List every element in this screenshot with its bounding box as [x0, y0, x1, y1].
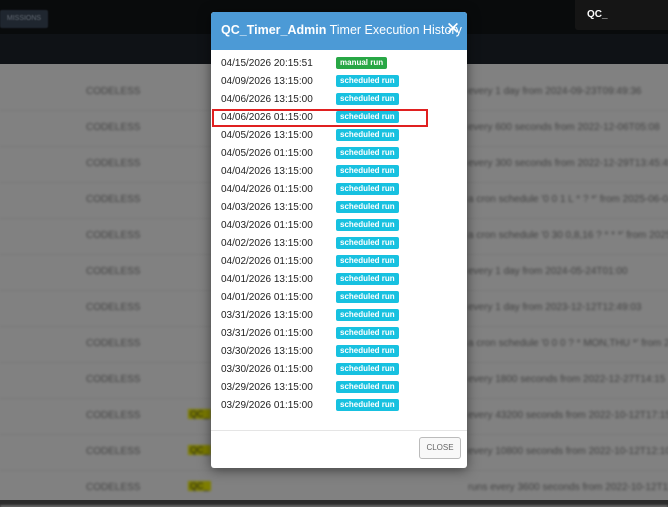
history-entry: 04/01/2026 13:15:00 scheduled run	[211, 271, 467, 289]
scheduled-run-badge: scheduled run	[336, 345, 399, 357]
user-menu[interactable]: QC_	[575, 0, 668, 30]
entry-date: 04/01/2026 13:15:00	[221, 274, 313, 285]
scheduled-run-badge: scheduled run	[336, 75, 399, 87]
scheduled-run-badge: scheduled run	[336, 165, 399, 177]
history-entry: 04/04/2026 13:15:00 scheduled run	[211, 163, 467, 181]
scheduled-run-badge: scheduled run	[336, 237, 399, 249]
history-entry: 04/01/2026 01:15:00 scheduled run	[211, 289, 467, 307]
history-entry: 03/31/2026 13:15:00 scheduled run	[211, 307, 467, 325]
entry-date: 04/03/2026 13:15:00	[221, 202, 313, 213]
scheduled-run-badge: scheduled run	[336, 399, 399, 411]
entry-date: 03/30/2026 13:15:00	[221, 346, 313, 357]
scheduled-run-badge: scheduled run	[336, 327, 399, 339]
history-entry: 04/03/2026 01:15:00 scheduled run	[211, 217, 467, 235]
scheduled-run-badge: scheduled run	[336, 381, 399, 393]
entry-date: 03/31/2026 01:15:00	[221, 328, 313, 339]
scheduled-run-badge: scheduled run	[336, 183, 399, 195]
entry-date: 04/04/2026 13:15:00	[221, 166, 313, 177]
entry-date: 04/15/2026 20:15:51	[221, 58, 313, 69]
history-entry: 03/30/2026 01:15:00 scheduled run	[211, 361, 467, 379]
scheduled-run-badge: scheduled run	[336, 93, 399, 105]
history-entry: 03/29/2026 01:15:00 scheduled run	[211, 397, 467, 415]
history-entry: 04/05/2026 13:15:00 scheduled run	[211, 127, 467, 145]
entry-date: 03/30/2026 01:15:00	[221, 364, 313, 375]
modal-footer: CLOSE	[211, 430, 467, 468]
entry-date: 04/09/2026 13:15:00	[221, 76, 313, 87]
history-entry: 04/06/2026 13:15:00 scheduled run	[211, 91, 467, 109]
history-entry: 04/02/2026 01:15:00 scheduled run	[211, 253, 467, 271]
history-entry: 04/09/2026 13:15:00 scheduled run	[211, 73, 467, 91]
entry-date: 04/04/2026 01:15:00	[221, 184, 313, 195]
history-entry: 04/15/2026 20:15:51 manual run	[211, 55, 467, 73]
history-entry: 03/30/2026 13:15:00 scheduled run	[211, 343, 467, 361]
scheduled-run-badge: scheduled run	[336, 219, 399, 231]
entry-date: 04/05/2026 13:15:00	[221, 130, 313, 141]
user-menu-label: QC_	[587, 9, 608, 20]
scheduled-run-badge: scheduled run	[336, 255, 399, 267]
entry-date: 04/05/2026 01:15:00	[221, 148, 313, 159]
timer-name: QC_Timer_Admin	[221, 23, 327, 37]
modal-title: QC_Timer_Admin Timer Execution History	[221, 23, 462, 37]
close-button[interactable]: CLOSE	[419, 437, 461, 459]
history-entry: 04/03/2026 13:15:00 scheduled run	[211, 199, 467, 217]
entry-date: 03/29/2026 01:15:00	[221, 400, 313, 411]
history-entry: 04/04/2026 01:15:00 scheduled run	[211, 181, 467, 199]
manual-run-badge: manual run	[336, 57, 388, 69]
history-entry: 04/05/2026 01:15:00 scheduled run	[211, 145, 467, 163]
modal-title-text: Timer Execution History	[329, 23, 462, 37]
scheduled-run-badge: scheduled run	[336, 291, 399, 303]
scheduled-run-badge: scheduled run	[336, 201, 399, 213]
entry-date: 03/31/2026 13:15:00	[221, 310, 313, 321]
modal-header: QC_Timer_Admin Timer Execution History ✕	[211, 12, 467, 50]
highlight-annotation	[212, 109, 428, 127]
scheduled-run-badge: scheduled run	[336, 273, 399, 285]
execution-history-modal: QC_Timer_Admin Timer Execution History ✕…	[211, 12, 467, 468]
entry-date: 04/02/2026 13:15:00	[221, 238, 313, 249]
scheduled-run-badge: scheduled run	[336, 129, 399, 141]
scheduled-run-badge: scheduled run	[336, 309, 399, 321]
entry-date: 04/01/2026 01:15:00	[221, 292, 313, 303]
entry-date: 04/02/2026 01:15:00	[221, 256, 313, 267]
history-entry: 03/29/2026 13:15:00 scheduled run	[211, 379, 467, 397]
scheduled-run-badge: scheduled run	[336, 147, 399, 159]
scheduled-run-badge: scheduled run	[336, 363, 399, 375]
entry-date: 04/03/2026 01:15:00	[221, 220, 313, 231]
history-list[interactable]: 03/29/2026 01:15:00 scheduled run 03/29/20…	[211, 50, 467, 430]
entry-date: 04/06/2026 13:15:00	[221, 94, 313, 105]
entry-date: 03/29/2026 13:15:00	[221, 382, 313, 393]
history-entry: 04/02/2026 13:15:00 scheduled run	[211, 235, 467, 253]
close-icon[interactable]: ✕	[445, 20, 461, 38]
history-entry: 03/31/2026 01:15:00 scheduled run	[211, 325, 467, 343]
